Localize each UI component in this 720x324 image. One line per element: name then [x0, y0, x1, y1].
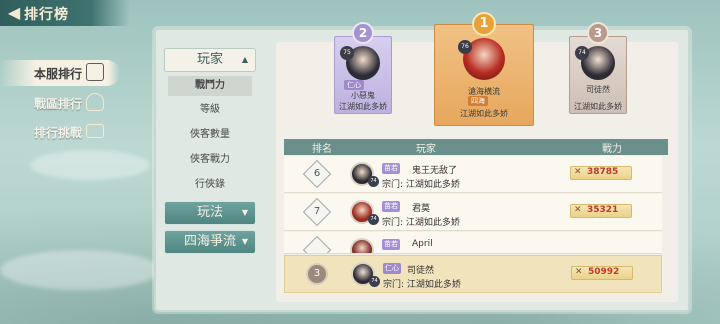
power-plate: ✕ 50992	[571, 266, 633, 280]
podium-rank-2[interactable]: 2 75 仁心 小惡鬼 江湖如此多娇	[322, 22, 404, 126]
chevron-up-icon: ▲	[241, 55, 248, 64]
table-header: 排名 玩家 戰力	[284, 139, 668, 155]
left-tab-zone-rank[interactable]: 戰區排行	[0, 90, 120, 116]
podium-rank-1[interactable]: 1 76 滄海横流 四海 江湖如此多娇	[430, 12, 538, 126]
top-bar: ◀ 排行榜	[0, 0, 130, 26]
power-value: 35321	[587, 205, 619, 215]
submenu-hero-power[interactable]: 俠客戰力	[168, 150, 252, 170]
submenu-hero-count[interactable]: 俠客數量	[168, 125, 252, 145]
submenu-chivalry-record[interactable]: 行俠錄	[168, 175, 252, 195]
my-rank-row[interactable]: 3 74 仁心 司徒然 宗门: 江湖如此多娇 ✕ 50992	[284, 255, 662, 293]
title-tag: 苗若	[382, 239, 400, 250]
header-player: 玩家	[416, 144, 436, 155]
table-row[interactable]: 7 74 苗若 君莫 宗门: 江湖如此多娇 ✕ 35321	[284, 194, 662, 231]
rank-medal-icon: 3	[587, 22, 609, 44]
left-tab-rank-challenge[interactable]: 排行挑戰	[0, 119, 120, 145]
title-tag: 苗若	[382, 201, 400, 212]
player-sect: 江湖如此多娇	[574, 102, 622, 111]
back-arrow-icon[interactable]: ◀	[4, 3, 24, 23]
background-cloud	[30, 150, 150, 180]
menu-world-label: 四海爭流	[183, 234, 236, 249]
page-title: 排行榜	[24, 7, 69, 23]
menu-gameplay-label: 玩法	[196, 205, 223, 220]
rank-medal-icon: 3	[306, 263, 328, 285]
title-tag: 苗若	[382, 163, 400, 174]
chest-icon	[86, 124, 104, 138]
rank-number: 6	[313, 168, 321, 179]
player-sect: 宗门: 江湖如此多娇	[383, 280, 461, 290]
header-rank: 排名	[312, 144, 332, 155]
header-power: 戰力	[602, 144, 622, 155]
crossed-swords-icon: ✕	[574, 205, 582, 215]
power-plate: ✕ 35321	[570, 204, 632, 218]
player-name: 司徒然	[586, 85, 610, 94]
level-badge: 76	[458, 40, 472, 54]
shield-crest-icon	[86, 93, 104, 111]
crossed-swords-icon: ✕	[574, 167, 582, 177]
crossed-swords-icon: ✕	[575, 267, 583, 277]
rank-diamond-icon	[302, 235, 332, 253]
player-name: 君莫	[412, 204, 431, 214]
podium-rank-3[interactable]: 3 74 司徒然 江湖如此多娇	[558, 22, 638, 126]
player-sect: 江湖如此多娇	[460, 109, 508, 118]
table-row[interactable]: 苗若 April	[284, 232, 662, 254]
background-cloud	[0, 250, 160, 290]
rank-medal-icon: 2	[352, 22, 374, 44]
player-name: 鬼王无敌了	[412, 166, 458, 176]
tower-icon	[86, 63, 104, 81]
power-value: 38785	[587, 167, 619, 177]
level-badge: 74	[368, 176, 379, 187]
title-tag: 四海	[468, 96, 488, 106]
player-sect: 宗门: 江湖如此多娇	[382, 180, 460, 190]
level-badge: 74	[575, 46, 589, 60]
left-tab-label: 戰區排行	[34, 97, 83, 111]
rank-medal-icon: 1	[472, 12, 496, 36]
level-badge: 75	[340, 46, 354, 60]
player-name: April	[412, 239, 433, 249]
left-tab-server-rank[interactable]: 本服排行	[0, 60, 120, 86]
player-name: 司徒然	[407, 266, 435, 276]
power-value: 50992	[588, 267, 620, 277]
menu-world-contest[interactable]: 四海爭流 ▼	[164, 230, 256, 254]
level-badge: 74	[369, 276, 380, 287]
power-plate: ✕ 38785	[570, 166, 632, 180]
player-sect: 宗门: 江湖如此多娇	[382, 218, 460, 228]
menu-player[interactable]: 玩家 ▲	[164, 48, 256, 72]
menu-player-label: 玩家	[196, 52, 223, 67]
avatar	[350, 238, 374, 253]
menu-gameplay[interactable]: 玩法 ▼	[164, 201, 256, 225]
submenu-level[interactable]: 等級	[168, 100, 252, 120]
player-name: 小惡鬼	[351, 91, 375, 100]
left-tab-label: 本服排行	[34, 67, 83, 81]
table-row[interactable]: 6 74 苗若 鬼王无敌了 宗门: 江湖如此多娇 ✕ 38785	[284, 156, 662, 193]
chevron-down-icon: ▼	[241, 208, 248, 217]
player-sect: 江湖如此多娇	[339, 102, 387, 111]
left-tab-label: 排行挑戰	[34, 126, 83, 140]
title-tag: 仁心	[383, 263, 401, 274]
level-badge: 74	[368, 214, 379, 225]
rank-number: 7	[313, 206, 321, 217]
submenu-combat-power[interactable]: 戰鬥力	[168, 76, 252, 96]
chevron-down-icon: ▼	[241, 237, 248, 246]
